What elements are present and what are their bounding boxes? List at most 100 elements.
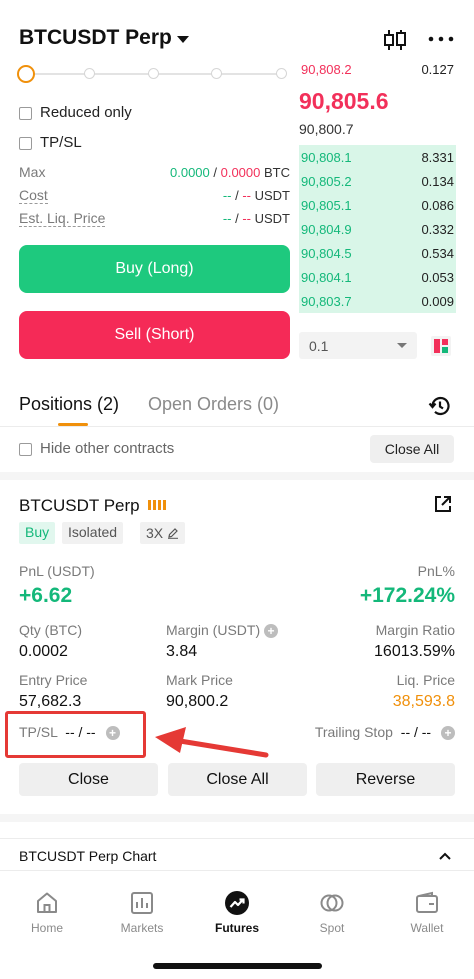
nav-futures[interactable]: Futures — [190, 890, 284, 935]
history-icon[interactable] — [428, 394, 452, 418]
liq-price-value: 38,593.8 — [392, 693, 455, 710]
orderbook-bid-row[interactable]: 90,804.9 0.332 — [299, 217, 456, 241]
est-liq-price-label[interactable]: Est. Liq. Price — [19, 210, 106, 227]
home-indicator — [153, 963, 322, 969]
share-icon[interactable] — [433, 494, 453, 514]
orderbook-ask-row[interactable]: 90,808.2 0.127 — [299, 57, 456, 81]
pnl-label: PnL (USDT) — [19, 563, 95, 579]
hide-other-contracts-checkbox[interactable] — [19, 443, 32, 456]
reduced-only-label: Reduced only — [40, 104, 132, 121]
trailing-stop-row[interactable]: Trailing Stop -- / -- + — [314, 724, 455, 741]
pnl-pct-label: PnL% — [417, 563, 455, 579]
spot-icon — [320, 894, 344, 912]
buy-long-button[interactable]: Buy (Long) — [19, 245, 290, 293]
side-tag: Buy — [19, 522, 56, 544]
trailing-stop-label: Trailing Stop — [314, 724, 393, 740]
margin-mode-tag[interactable]: Isolated — [62, 522, 124, 544]
annotation-highlight-box — [5, 711, 146, 758]
home-icon — [37, 892, 57, 913]
divider — [0, 838, 474, 839]
candlestick-chart-icon[interactable] — [382, 28, 408, 52]
futures-icon — [225, 891, 249, 915]
leverage-slider-handle[interactable] — [17, 65, 35, 83]
divider — [0, 426, 474, 427]
close-position-button[interactable]: Close — [19, 763, 158, 796]
max-label: Max — [19, 164, 46, 180]
orderbook-bid-row[interactable]: 90,804.1 0.053 — [299, 265, 456, 289]
bid-price: 90,805.1 — [301, 197, 352, 213]
est-liq-price-value: -- / -- USDT — [222, 211, 290, 226]
nav-home[interactable]: Home — [0, 890, 94, 935]
leverage-slider-step[interactable] — [276, 68, 287, 79]
bid-qty: 0.534 — [421, 245, 454, 261]
margin-ratio-value: 16013.59% — [374, 643, 455, 660]
chevron-up-icon[interactable] — [438, 851, 452, 861]
mark-price: 90,800.7 — [299, 121, 354, 137]
tpsl-label: TP/SL — [40, 134, 82, 151]
chevron-down-icon — [397, 343, 407, 348]
add-trailing-stop-icon[interactable]: + — [441, 726, 455, 741]
cost-value: -- / -- USDT — [222, 188, 290, 203]
add-margin-icon[interactable]: + — [264, 624, 279, 639]
nav-markets[interactable]: Markets — [95, 890, 189, 935]
bid-qty: 8.331 — [421, 149, 454, 165]
divider — [0, 870, 474, 871]
bid-price: 90,808.1 — [301, 149, 352, 165]
pnl-pct-value: +172.24% — [359, 584, 455, 607]
nav-futures-label: Futures — [214, 921, 259, 935]
margin-label: Margin (USDT) + — [166, 622, 279, 639]
cost-label[interactable]: Cost — [19, 187, 48, 204]
tpsl-checkbox[interactable] — [19, 137, 32, 150]
leverage-slider-step[interactable] — [84, 68, 95, 79]
ask-price: 90,808.2 — [301, 61, 352, 77]
ask-qty: 0.127 — [421, 61, 454, 77]
leverage-slider-step[interactable] — [211, 68, 222, 79]
bid-price: 90,804.5 — [301, 245, 352, 261]
orderbook-layout-icon[interactable] — [430, 335, 452, 357]
bid-qty: 0.332 — [421, 221, 454, 237]
bid-qty: 0.134 — [421, 173, 454, 189]
sell-short-button[interactable]: Sell (Short) — [19, 311, 290, 359]
qty-value: 0.0002 — [19, 643, 68, 660]
page-title[interactable]: BTCUSDT Perp — [19, 26, 172, 50]
leverage-slider-step[interactable] — [148, 68, 159, 79]
leverage-value: 3X — [146, 525, 164, 541]
chevron-down-icon[interactable] — [177, 36, 189, 43]
leverage-tag[interactable]: 3X — [140, 522, 186, 544]
markets-icon — [131, 892, 153, 914]
orderbook-bid-row[interactable]: 90,808.1 8.331 — [299, 145, 456, 169]
bid-qty: 0.053 — [421, 269, 454, 285]
nav-spot[interactable]: Spot — [285, 890, 379, 935]
orderbook-bid-row[interactable]: 90,805.2 0.134 — [299, 169, 456, 193]
reverse-position-button[interactable]: Reverse — [316, 763, 455, 796]
adl-indicator-icon — [148, 500, 166, 510]
max-value: 0.0000 / 0.0000 BTC — [170, 165, 290, 180]
nav-wallet[interactable]: Wallet — [380, 890, 474, 935]
more-icon[interactable] — [428, 36, 454, 42]
nav-spot-label: Spot — [319, 921, 345, 935]
bid-price: 90,803.7 — [301, 293, 352, 309]
close-all-positions-button[interactable]: Close All — [370, 435, 454, 463]
bid-price: 90,804.9 — [301, 221, 352, 237]
pnl-value: +6.62 — [19, 584, 73, 607]
close-all-button[interactable]: Close All — [168, 763, 307, 796]
liq-price-label: Liq. Price — [396, 672, 455, 688]
last-price[interactable]: 90,805.6 — [299, 88, 389, 115]
orderbook-bid-row[interactable]: 90,805.1 0.086 — [299, 193, 456, 217]
bid-qty: 0.009 — [421, 293, 454, 309]
bid-price: 90,804.1 — [301, 269, 352, 285]
entry-price-label: Entry Price — [19, 672, 88, 688]
position-symbol[interactable]: BTCUSDT Perp — [19, 496, 140, 516]
chart-bar-label[interactable]: BTCUSDT Perp Chart — [19, 848, 156, 864]
tab-open-orders[interactable]: Open Orders (0) — [148, 394, 279, 415]
qty-label: Qty (BTC) — [19, 622, 82, 638]
nav-wallet-label: Wallet — [410, 921, 444, 935]
orderbook-bid-row[interactable]: 90,804.5 0.534 — [299, 241, 456, 265]
entry-price-value: 57,682.3 — [19, 693, 82, 710]
tab-positions[interactable]: Positions (2) — [19, 394, 119, 415]
bid-price: 90,805.2 — [301, 173, 352, 189]
edit-icon — [168, 528, 179, 539]
reduced-only-checkbox[interactable] — [19, 107, 32, 120]
orderbook-bid-row[interactable]: 90,803.7 0.009 — [299, 289, 456, 313]
trailing-stop-value: -- / -- — [400, 724, 432, 740]
